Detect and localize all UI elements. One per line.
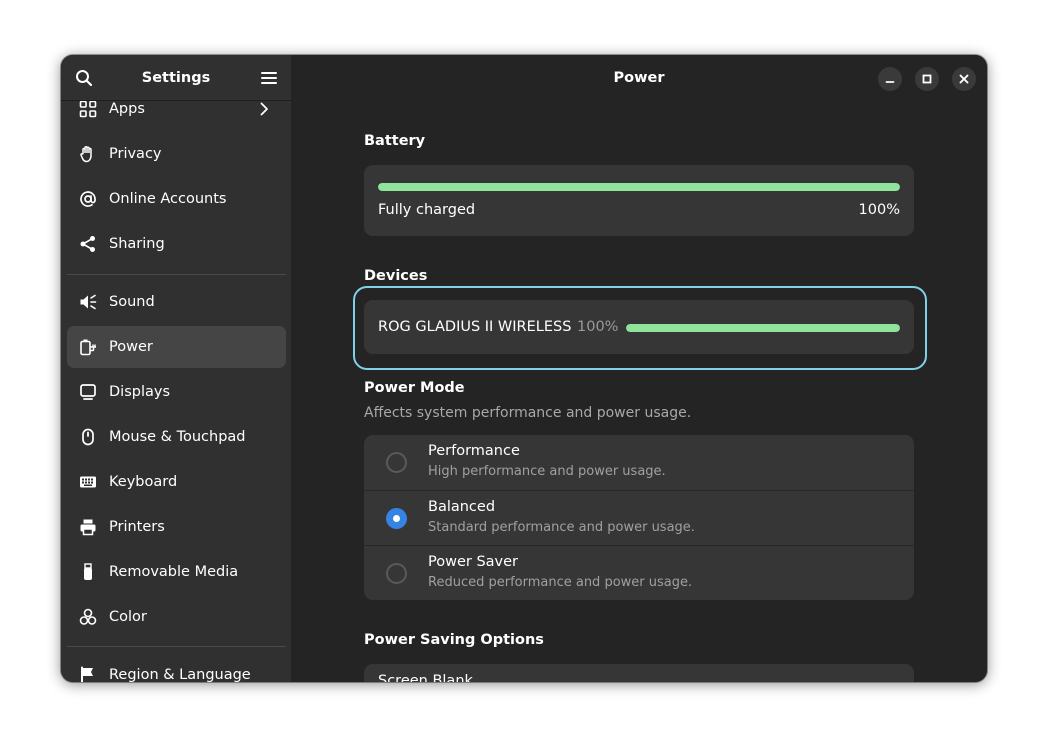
device-percent: 100% xyxy=(577,319,619,335)
sidebar-header: Settings xyxy=(61,55,291,101)
sidebar-item-color[interactable]: Color xyxy=(67,596,286,638)
battery-card: Fully charged 100% xyxy=(364,165,914,236)
sidebar-item-privacy[interactable]: Privacy xyxy=(67,133,286,175)
sidebar-item-keyboard[interactable]: Keyboard xyxy=(67,461,286,503)
sidebar-item-mouse-touchpad[interactable]: Mouse & Touchpad xyxy=(67,416,286,458)
usb-drive-icon xyxy=(79,563,97,581)
device-level-fill xyxy=(626,324,900,332)
power-saving-card: Screen Blank xyxy=(364,664,914,682)
sidebar-item-label: Keyboard xyxy=(109,474,178,490)
power-mode-heading: Power Mode xyxy=(364,380,465,396)
battery-percent: 100% xyxy=(858,202,900,218)
flag-icon xyxy=(79,666,97,682)
close-icon xyxy=(959,74,969,84)
battery-level-bar xyxy=(378,183,900,191)
device-name: ROG GLADIUS II WIRELESS xyxy=(378,319,572,335)
sidebar-item-label: Sound xyxy=(109,294,155,310)
device-row[interactable]: ROG GLADIUS II WIRELESS 100% xyxy=(364,300,914,354)
radio-button[interactable] xyxy=(386,563,407,584)
option-description: Standard performance and power usage. xyxy=(428,520,695,535)
sidebar-divider xyxy=(67,274,286,275)
power-mode-option-performance[interactable]: Performance High performance and power u… xyxy=(364,435,914,490)
radio-button[interactable] xyxy=(386,508,407,529)
keyboard-icon xyxy=(79,473,97,491)
settings-window: Apps Privacy Online Accounts Sharing Sou… xyxy=(61,55,987,682)
sidebar-divider xyxy=(67,646,286,647)
devices-heading: Devices xyxy=(364,268,428,284)
maximize-icon xyxy=(922,74,932,84)
option-title: Balanced xyxy=(428,499,496,515)
sidebar-item-displays[interactable]: Displays xyxy=(67,371,286,413)
option-title: Performance xyxy=(428,443,520,459)
power-mode-subtitle: Affects system performance and power usa… xyxy=(364,405,692,421)
sidebar-item-label: Color xyxy=(109,609,147,625)
maximize-button[interactable] xyxy=(915,67,939,91)
monitor-icon xyxy=(79,383,97,401)
at-sign-icon xyxy=(79,190,97,208)
sidebar: Apps Privacy Online Accounts Sharing Sou… xyxy=(61,55,291,682)
battery-level-fill xyxy=(378,183,900,191)
sidebar-item-printers[interactable]: Printers xyxy=(67,506,286,548)
sidebar-item-label: Region & Language xyxy=(109,667,251,682)
sidebar-item-region-language[interactable]: Region & Language xyxy=(67,654,286,682)
screen-blank-label[interactable]: Screen Blank xyxy=(378,673,473,682)
sidebar-item-label: Sharing xyxy=(109,236,165,252)
sidebar-item-label: Removable Media xyxy=(109,564,239,580)
sidebar-item-sharing[interactable]: Sharing xyxy=(67,223,286,265)
sidebar-item-removable-media[interactable]: Removable Media xyxy=(67,551,286,593)
sidebar-item-label: Printers xyxy=(109,519,165,535)
battery-heading: Battery xyxy=(364,133,426,149)
sidebar-item-online-accounts[interactable]: Online Accounts xyxy=(67,178,286,220)
power-mode-option-power-saver[interactable]: Power Saver Reduced performance and powe… xyxy=(364,545,914,600)
speaker-icon xyxy=(79,293,97,311)
power-mode-option-balanced[interactable]: Balanced Standard performance and power … xyxy=(364,490,914,545)
share-icon xyxy=(79,235,97,253)
battery-status: Fully charged xyxy=(378,202,476,218)
sidebar-item-power[interactable]: Power xyxy=(67,326,286,368)
power-mode-card: Performance High performance and power u… xyxy=(364,435,914,600)
power-panel: Power Battery Fully charged 100% Devices… xyxy=(291,55,987,682)
option-description: Reduced performance and power usage. xyxy=(428,575,693,590)
content-header: Power xyxy=(291,55,987,101)
sidebar-item-label: Power xyxy=(109,339,153,355)
close-button[interactable] xyxy=(952,67,976,91)
minimize-button[interactable] xyxy=(878,67,902,91)
sidebar-item-label: Mouse & Touchpad xyxy=(109,429,246,445)
power-plug-icon xyxy=(79,338,97,356)
apps-grid-icon xyxy=(79,100,97,118)
minimize-icon xyxy=(885,81,895,83)
power-saving-heading: Power Saving Options xyxy=(364,632,544,648)
option-title: Power Saver xyxy=(428,554,519,570)
radio-button[interactable] xyxy=(386,452,407,473)
mouse-icon xyxy=(79,428,97,446)
sidebar-item-label: Online Accounts xyxy=(109,191,227,207)
sidebar-item-sound[interactable]: Sound xyxy=(67,281,286,323)
hamburger-menu-icon xyxy=(261,72,277,84)
color-circles-icon xyxy=(79,608,97,626)
printer-icon xyxy=(79,518,97,536)
option-description: High performance and power usage. xyxy=(428,464,666,479)
sidebar-item-label: Privacy xyxy=(109,146,162,162)
main-menu-button[interactable] xyxy=(257,66,281,90)
sidebar-item-label: Displays xyxy=(109,384,171,400)
chevron-right-icon xyxy=(256,101,272,117)
hand-icon xyxy=(79,145,97,163)
device-level-bar xyxy=(626,324,900,332)
